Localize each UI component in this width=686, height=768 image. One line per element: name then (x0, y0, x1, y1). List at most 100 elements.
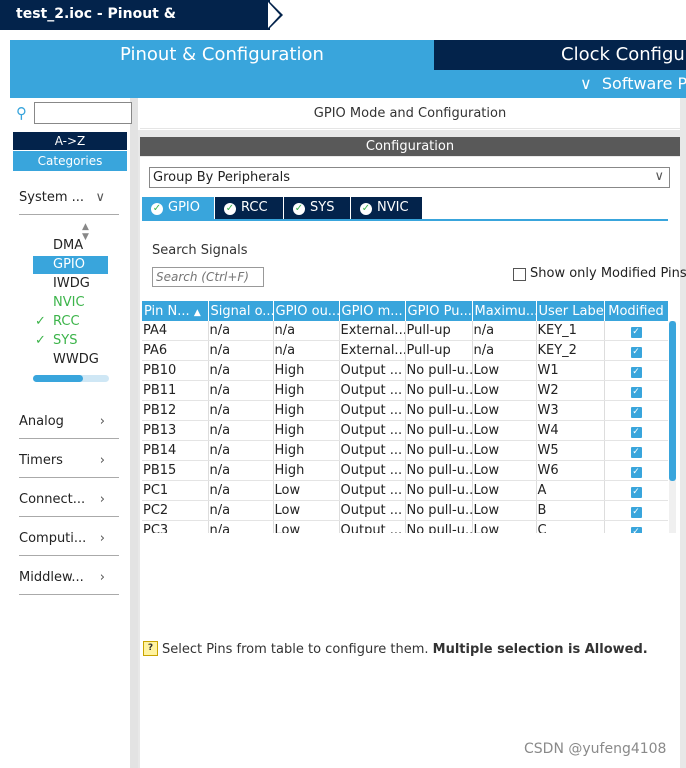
table-cell: No pull-u... (405, 460, 473, 481)
show-only-modified-checkbox[interactable] (513, 268, 526, 281)
modified-checkbox-cell[interactable]: ✓ (604, 520, 668, 533)
software-packs-menu[interactable]: ∨ Software Pa (580, 74, 686, 96)
table-cell: W5 (536, 440, 605, 461)
table-cell: Output ... (339, 460, 406, 481)
column-header-maximum-speed[interactable]: Maximu... (472, 301, 537, 321)
sidebar-group-label: Connect... (19, 492, 86, 507)
table-cell: PB10 (142, 360, 209, 381)
sort-az-button[interactable]: A->Z (13, 132, 127, 150)
tab-rcc[interactable]: ✓ RCC (215, 197, 284, 219)
table-cell: External... (339, 321, 406, 341)
panel-right-edge (680, 98, 686, 768)
table-cell: High (273, 460, 340, 481)
sidebar-group-timers[interactable]: Timers › (19, 453, 119, 478)
tab-sys[interactable]: ✓ SYS (284, 197, 351, 219)
checked-checkbox-icon[interactable]: ✓ (630, 487, 642, 498)
show-only-modified-label: Show only Modified Pins (530, 266, 686, 281)
configuration-header: Configuration (140, 137, 680, 156)
sort-ascending-icon: ▲ (193, 307, 201, 318)
table-cell: n/a (208, 420, 274, 441)
sidebar-item-dma[interactable]: DMA (33, 237, 108, 255)
table-row[interactable]: PB10 n/a High Output ... No pull-u... Low W1 ✓ (142, 360, 668, 381)
checked-checkbox-icon[interactable]: ✓ (630, 467, 642, 478)
tab-clock-configuration[interactable]: Clock Configur (434, 40, 686, 70)
sidebar-item-gpio[interactable]: GPIO (33, 256, 108, 274)
sidebar-item-sys[interactable]: ✓ SYS (33, 332, 108, 350)
categories-button[interactable]: Categories (13, 151, 127, 171)
sidebar-scrollbar[interactable] (130, 98, 138, 768)
tab-pinout-configuration[interactable]: Pinout & Configuration (10, 40, 434, 70)
sidebar-item-nvic[interactable]: NVIC (33, 294, 108, 312)
checked-checkbox-icon[interactable]: ✓ (630, 507, 642, 518)
table-row[interactable]: PB13 n/a High Output ... No pull-u... Low W4 ✓ (142, 420, 668, 441)
column-header-gpio-output[interactable]: GPIO ou... (273, 301, 340, 321)
checked-checkbox-icon[interactable]: ✓ (630, 407, 642, 418)
sidebar-item-wwdg[interactable]: WWDG (33, 351, 108, 369)
checked-checkbox-icon[interactable]: ✓ (630, 427, 642, 438)
sidebar-group-computing[interactable]: Computi... › (19, 531, 119, 556)
column-header-user-label[interactable]: User Label (536, 301, 605, 321)
table-cell: High (273, 380, 340, 401)
table-row[interactable]: PC2 n/a Low Output ... No pull-u... Low B ✓ (142, 500, 668, 521)
table-cell: n/a (472, 321, 537, 341)
modified-checkbox-cell[interactable]: ✓ (604, 440, 668, 461)
tab-nvic[interactable]: ✓ NVIC (351, 197, 422, 219)
column-header-gpio-mode[interactable]: GPIO m... (339, 301, 406, 321)
sidebar-group-connectivity[interactable]: Connect... › (19, 492, 119, 517)
table-cell: Output ... (339, 500, 406, 521)
checked-checkbox-icon[interactable]: ✓ (630, 347, 642, 358)
sidebar-item-rcc[interactable]: ✓ RCC (33, 313, 108, 331)
modified-checkbox-cell[interactable]: ✓ (604, 340, 668, 361)
sidebar-group-middleware[interactable]: Middlew... › (19, 570, 119, 595)
sidebar-item-iwdg[interactable]: IWDG (33, 275, 108, 293)
chevron-down-icon: ∨ (580, 74, 592, 93)
table-cell: n/a (208, 440, 274, 461)
modified-checkbox-cell[interactable]: ✓ (604, 480, 668, 501)
sidebar-search-input[interactable] (34, 102, 132, 124)
table-row[interactable]: PB12 n/a High Output ... No pull-u... Low W3 ✓ (142, 400, 668, 421)
modified-checkbox-cell[interactable]: ✓ (604, 400, 668, 421)
table-cell: KEY_2 (536, 340, 605, 361)
sort-icon[interactable]: ▲ ▼ (82, 222, 92, 242)
table-cell: n/a (208, 360, 274, 381)
panel-title: GPIO Mode and Configuration (140, 100, 680, 129)
sidebar-group-system-core[interactable]: System ... ∨ (19, 190, 119, 215)
modified-checkbox-cell[interactable]: ✓ (604, 360, 668, 381)
column-header-signal[interactable]: Signal o... (208, 301, 274, 321)
table-body: PA4 n/a n/a External... Pull-up n/a KEY_1 ✓ PA6 n… (142, 321, 668, 533)
table-row[interactable]: PC3 n/a Low Output ... No pull-u... Low C ✓ (142, 520, 668, 533)
table-row[interactable]: PB15 n/a High Output ... No pull-u... Low W6 ✓ (142, 460, 668, 481)
table-row[interactable]: PC1 n/a Low Output ... No pull-u... Low A ✓ (142, 480, 668, 501)
checked-checkbox-icon[interactable]: ✓ (630, 327, 642, 338)
check-icon: ✓ (35, 314, 46, 329)
table-scrollbar-thumb[interactable] (669, 321, 676, 481)
window-title[interactable]: test_2.ioc - Pinout & Configuration (0, 0, 270, 50)
table-cell: PB13 (142, 420, 209, 441)
table-cell: Low (472, 440, 537, 461)
table-cell: Output ... (339, 480, 406, 501)
modified-checkbox-cell[interactable]: ✓ (604, 500, 668, 521)
modified-checkbox-cell[interactable]: ✓ (604, 321, 668, 341)
column-header-modified[interactable]: Modified (604, 301, 668, 321)
group-by-select[interactable]: Group By Peripherals ∨ (149, 167, 670, 188)
modified-checkbox-cell[interactable]: ✓ (604, 420, 668, 441)
column-header-gpio-pull[interactable]: GPIO Pu... (405, 301, 473, 321)
column-header-pin[interactable]: Pin N... ▲ (142, 301, 209, 321)
table-cell: Output ... (339, 440, 406, 461)
modified-checkbox-cell[interactable]: ✓ (604, 460, 668, 481)
checked-checkbox-icon[interactable]: ✓ (630, 387, 642, 398)
tab-gpio[interactable]: ✓ GPIO (142, 197, 215, 219)
sidebar-scroll-thumb[interactable] (33, 375, 83, 382)
table-row[interactable]: PA6 n/a n/a External... Pull-up n/a KEY_2 ✓ (142, 340, 668, 361)
sidebar-group-analog[interactable]: Analog › (19, 414, 119, 439)
checked-checkbox-icon[interactable]: ✓ (630, 367, 642, 378)
table-cell: PA4 (142, 321, 209, 341)
search-signals-input[interactable] (152, 267, 264, 287)
table-row[interactable]: PB11 n/a High Output ... No pull-u... Low W2 ✓ (142, 380, 668, 401)
table-row[interactable]: PB14 n/a High Output ... No pull-u... Low W5 ✓ (142, 440, 668, 461)
checked-checkbox-icon[interactable]: ✓ (630, 447, 642, 458)
checked-checkbox-icon[interactable]: ✓ (630, 527, 642, 533)
table-row[interactable]: PA4 n/a n/a External... Pull-up n/a KEY_1 ✓ (142, 321, 668, 341)
modified-checkbox-cell[interactable]: ✓ (604, 380, 668, 401)
table-cell: No pull-u... (405, 380, 473, 401)
